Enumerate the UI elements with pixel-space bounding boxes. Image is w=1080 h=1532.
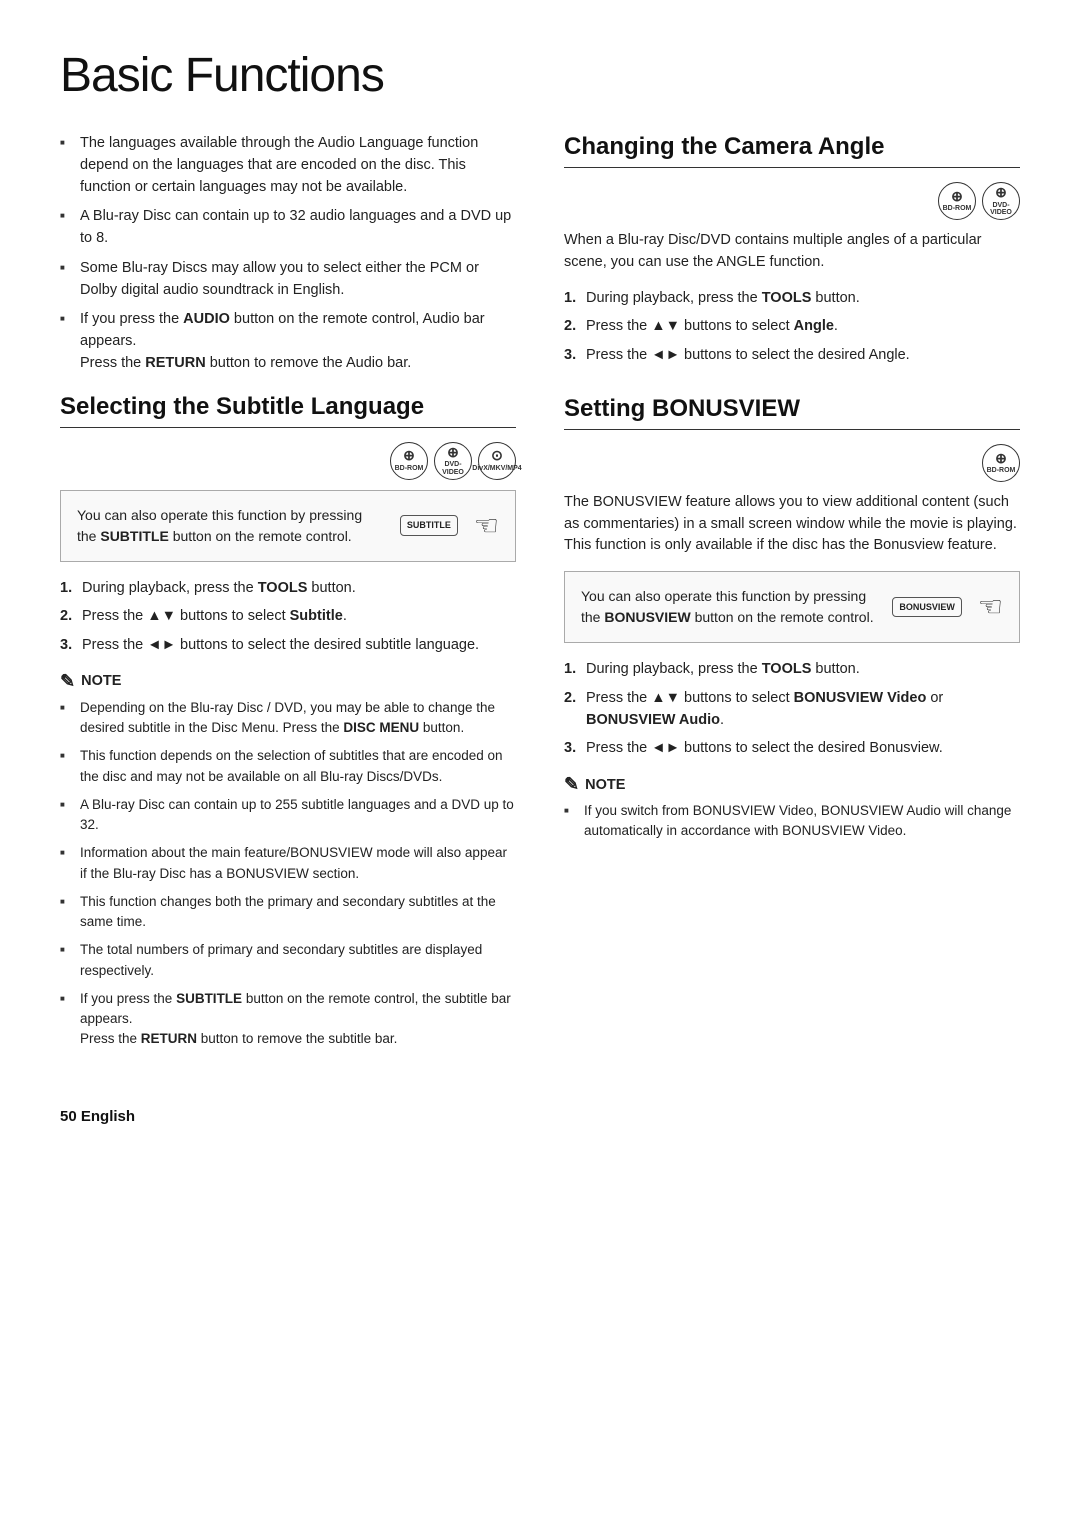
bonusview-section-title: Setting BONUSVIEW bbox=[564, 395, 1020, 430]
right-column: Changing the Camera Angle ⊕ BD-ROM ⊕ DVD… bbox=[564, 133, 1020, 1078]
camera-section: Changing the Camera Angle ⊕ BD-ROM ⊕ DVD… bbox=[564, 133, 1020, 367]
subtitle-hand-icon: ☜ bbox=[474, 505, 499, 547]
subtitle-note-7: If you press the SUBTITLE button on the … bbox=[60, 989, 516, 1050]
camera-steps: During playback, press the TOOLS button.… bbox=[564, 288, 1020, 367]
subtitle-steps: During playback, press the TOOLS button.… bbox=[60, 578, 516, 657]
subtitle-callout-box: You can also operate this function by pr… bbox=[60, 490, 516, 562]
intro-bullet-3: Some Blu-ray Discs may allow you to sele… bbox=[60, 258, 516, 302]
subtitle-note-2: This function depends on the selection o… bbox=[60, 746, 516, 787]
bonusview-note-bullets: If you switch from BONUSVIEW Video, BONU… bbox=[564, 801, 1020, 842]
divx-badge: ⊙ DivX/MKV/MP4 bbox=[478, 442, 516, 480]
subtitle-button-label: SUBTITLE bbox=[400, 515, 458, 536]
camera-step-3: Press the ◄► buttons to select the desir… bbox=[564, 345, 1020, 367]
bonusview-callout-box: You can also operate this function by pr… bbox=[564, 571, 1020, 643]
subtitle-note-6: The total numbers of primary and seconda… bbox=[60, 940, 516, 981]
bonusview-note-1: If you switch from BONUSVIEW Video, BONU… bbox=[564, 801, 1020, 842]
subtitle-note-title: ✎ NOTE bbox=[60, 671, 516, 692]
page-language: English bbox=[81, 1108, 135, 1125]
bonusview-section: Setting BONUSVIEW ⊕ BD-ROM The BONUSVIEW… bbox=[564, 395, 1020, 842]
intro-bullets-list: The languages available through the Audi… bbox=[60, 133, 516, 375]
intro-bullet-2: A Blu-ray Disc can contain up to 32 audi… bbox=[60, 206, 516, 250]
subtitle-note-bullets: Depending on the Blu-ray Disc / DVD, you… bbox=[60, 698, 516, 1050]
camera-section-title: Changing the Camera Angle bbox=[564, 133, 1020, 168]
bonusview-step-1: During playback, press the TOOLS button. bbox=[564, 659, 1020, 681]
bonusview-note-title: ✎ NOTE bbox=[564, 774, 1020, 795]
camera-badges: ⊕ BD-ROM ⊕ DVD-VIDEO bbox=[564, 182, 1020, 220]
bonusview-callout-text: You can also operate this function by pr… bbox=[581, 586, 876, 628]
subtitle-step-1: During playback, press the TOOLS button. bbox=[60, 578, 516, 600]
camera-bd-rom-badge: ⊕ BD-ROM bbox=[938, 182, 976, 220]
subtitle-note-1: Depending on the Blu-ray Disc / DVD, you… bbox=[60, 698, 516, 739]
subtitle-note-4: Information about the main feature/BONUS… bbox=[60, 843, 516, 884]
bonusview-step-3: Press the ◄► buttons to select the desir… bbox=[564, 738, 1020, 760]
subtitle-section-title: Selecting the Subtitle Language bbox=[60, 393, 516, 428]
subtitle-callout-text: You can also operate this function by pr… bbox=[77, 505, 384, 547]
subtitle-step-2: Press the ▲▼ buttons to select Subtitle. bbox=[60, 606, 516, 628]
bonusview-step-2: Press the ▲▼ buttons to select BONUSVIEW… bbox=[564, 688, 1020, 732]
bonusview-steps: During playback, press the TOOLS button.… bbox=[564, 659, 1020, 760]
camera-step-1: During playback, press the TOOLS button. bbox=[564, 288, 1020, 310]
intro-bullet-4: If you press the AUDIO button on the rem… bbox=[60, 309, 516, 374]
intro-bullet-1: The languages available through the Audi… bbox=[60, 133, 516, 198]
subtitle-section: Selecting the Subtitle Language ⊕ BD-ROM… bbox=[60, 393, 516, 1050]
page-title: Basic Functions bbox=[60, 48, 1020, 103]
bonusview-badges: ⊕ BD-ROM bbox=[564, 444, 1020, 482]
bonusview-hand-icon: ☜ bbox=[978, 586, 1003, 628]
dvd-video-badge: ⊕ DVD-VIDEO bbox=[434, 442, 472, 480]
left-column: The languages available through the Audi… bbox=[60, 133, 516, 1078]
bonusview-bd-rom-badge: ⊕ BD-ROM bbox=[982, 444, 1020, 482]
page-number: 50 bbox=[60, 1108, 77, 1125]
subtitle-step-3: Press the ◄► buttons to select the desir… bbox=[60, 635, 516, 657]
subtitle-badges: ⊕ BD-ROM ⊕ DVD-VIDEO ⊙ DivX/MKV/MP4 bbox=[60, 442, 516, 480]
bonusview-note-pencil-icon: ✎ bbox=[564, 774, 579, 795]
page-footer: 50 English bbox=[60, 1108, 1020, 1125]
camera-step-2: Press the ▲▼ buttons to select Angle. bbox=[564, 316, 1020, 338]
bonusview-button-label: BONUSVIEW bbox=[892, 597, 962, 618]
bonusview-note: ✎ NOTE If you switch from BONUSVIEW Vide… bbox=[564, 774, 1020, 842]
bd-rom-badge: ⊕ BD-ROM bbox=[390, 442, 428, 480]
subtitle-note: ✎ NOTE Depending on the Blu-ray Disc / D… bbox=[60, 671, 516, 1050]
camera-dvd-video-badge: ⊕ DVD-VIDEO bbox=[982, 182, 1020, 220]
subtitle-note-5: This function changes both the primary a… bbox=[60, 892, 516, 933]
note-pencil-icon: ✎ bbox=[60, 671, 75, 692]
camera-intro: When a Blu-ray Disc/DVD contains multipl… bbox=[564, 230, 1020, 274]
subtitle-note-3: A Blu-ray Disc can contain up to 255 sub… bbox=[60, 795, 516, 836]
bonusview-intro: The BONUSVIEW feature allows you to view… bbox=[564, 492, 1020, 557]
